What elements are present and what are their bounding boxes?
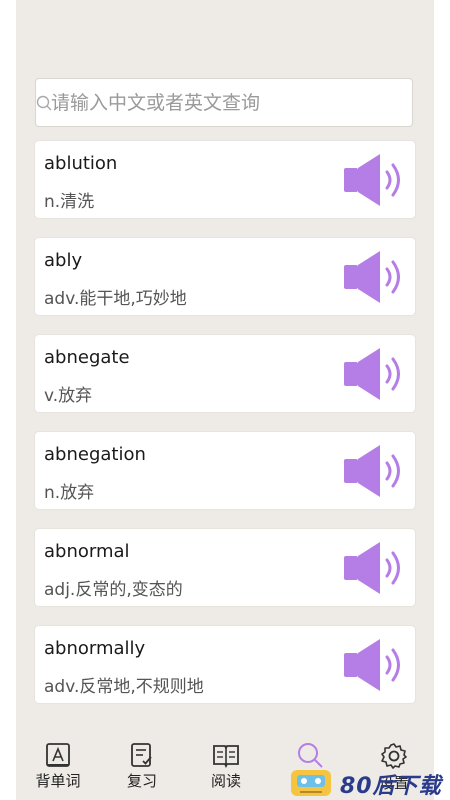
word-text: abnegate [44,347,130,368]
speaker-icon[interactable] [344,154,406,206]
word-meaning: n.放弃 [44,483,95,503]
search-icon [36,95,52,111]
flashcard-icon [46,743,70,767]
word-meaning: n.清洗 [44,192,95,212]
tab-label: 背单词 [35,772,81,790]
word-card[interactable]: abnormally adv.反常地,不规则地 [35,626,415,703]
word-card[interactable]: ably adv.能干地,巧妙地 [35,238,415,315]
word-list: ablution n.清洗 ably adv.能干地,巧妙地 abnegate … [35,141,415,723]
watermark-text: 80后下载 [340,774,442,799]
tab-label: 复习 [126,772,157,790]
word-meaning: v.放弃 [44,386,93,406]
word-meaning: adv.反常地,不规则地 [44,677,204,697]
speaker-icon[interactable] [344,445,406,497]
search-box[interactable] [35,78,413,127]
word-text: ably [44,250,83,271]
watermark: 80后下载 [288,762,450,800]
word-text: abnormal [44,541,130,562]
word-meaning: adj.反常的,变态的 [44,580,183,600]
tab-reading[interactable]: 阅读 [184,742,268,800]
search-input[interactable] [51,85,406,121]
word-card[interactable]: ablution n.清洗 [35,141,415,218]
tab-label: 阅读 [210,772,241,790]
speaker-icon[interactable] [344,639,406,691]
word-card[interactable]: abnormal adj.反常的,变态的 [35,529,415,606]
review-icon [131,743,152,767]
word-card[interactable]: abnegate v.放弃 [35,335,415,412]
word-meaning: adv.能干地,巧妙地 [44,289,187,309]
book-icon [213,745,239,768]
speaker-icon[interactable] [344,542,406,594]
speaker-icon[interactable] [344,251,406,303]
speaker-icon[interactable] [344,348,406,400]
tab-vocabulary[interactable]: 背单词 [16,742,100,800]
word-text: abnegation [44,444,146,465]
tab-review[interactable]: 复习 [100,742,184,800]
app-background: ablution n.清洗 ably adv.能干地,巧妙地 abnegate … [16,0,434,800]
watermark-logo-icon [291,770,331,796]
word-text: ablution [44,153,118,174]
word-card[interactable]: abnegation n.放弃 [35,432,415,509]
word-text: abnormally [44,638,146,659]
